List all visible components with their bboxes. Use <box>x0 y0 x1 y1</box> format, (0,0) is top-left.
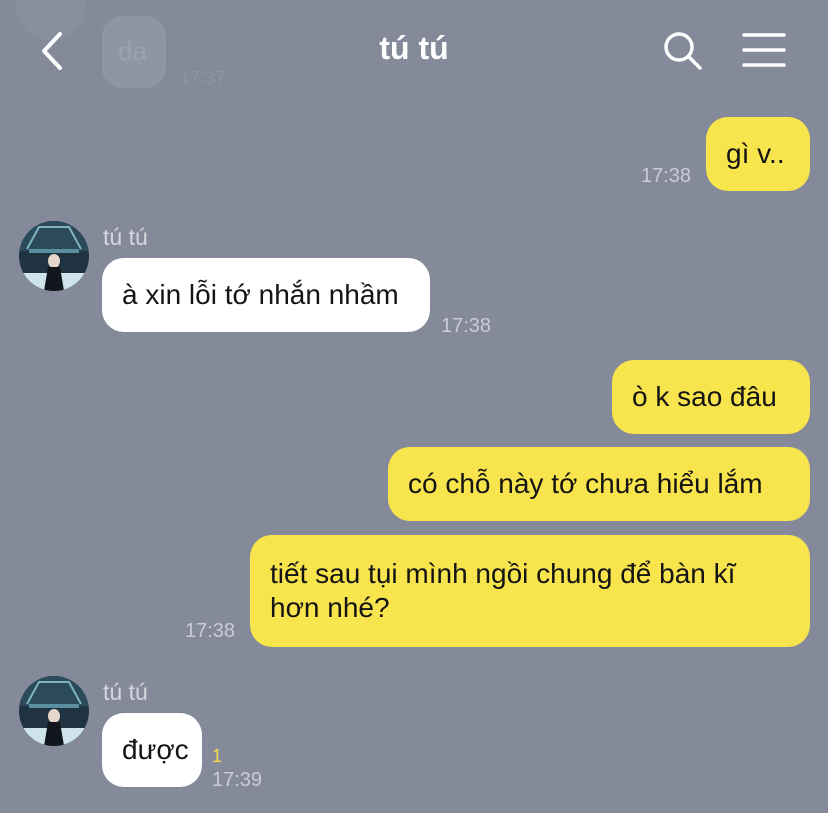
unread-count: 1 <box>212 746 223 766</box>
message-text: có chỗ này tớ chưa hiểu lắm <box>408 468 763 499</box>
message-text: à xin lỗi tớ nhắn nhầm <box>122 279 399 310</box>
my-message-bubble[interactable]: tiết sau tụi mình ngồi chung để bàn kĩ h… <box>250 535 810 647</box>
message-text: được <box>122 734 189 765</box>
message-time: 17:38 <box>641 165 692 187</box>
search-icon <box>664 32 702 70</box>
chat-header: dạ 17:37 tú tú <box>0 0 828 100</box>
message-time: 17:39 <box>212 769 263 791</box>
sender-name: tú tú <box>103 224 148 250</box>
message-text-line: tiết sau tụi mình ngồi chung để bàn kĩ <box>270 558 736 589</box>
avatar-image <box>19 221 89 291</box>
contact-avatar[interactable] <box>19 221 89 291</box>
hamburger-menu-icon <box>742 33 786 67</box>
sender-name: tú tú <box>103 679 148 705</box>
message-time: 17:38 <box>441 315 492 337</box>
message-time: 17:38 <box>185 620 236 642</box>
contact-avatar[interactable] <box>19 676 89 746</box>
avatar-image <box>19 676 89 746</box>
their-message-bubble[interactable]: à xin lỗi tớ nhắn nhầm <box>102 258 430 332</box>
scrolled-message-time: 17:37 <box>180 68 226 88</box>
my-message-bubble[interactable]: có chỗ này tớ chưa hiểu lắm <box>388 447 810 521</box>
my-message-bubble[interactable]: ò k sao đâu <box>612 360 810 434</box>
search-button[interactable] <box>662 30 704 72</box>
message-text: gì v.. <box>726 138 785 169</box>
my-message-bubble[interactable]: gì v.. <box>706 117 810 191</box>
message-text: ò k sao đâu <box>632 381 777 412</box>
message-text-line: hơn nhé? <box>270 592 390 623</box>
menu-button[interactable] <box>742 32 786 68</box>
their-message-bubble[interactable]: được <box>102 713 202 787</box>
